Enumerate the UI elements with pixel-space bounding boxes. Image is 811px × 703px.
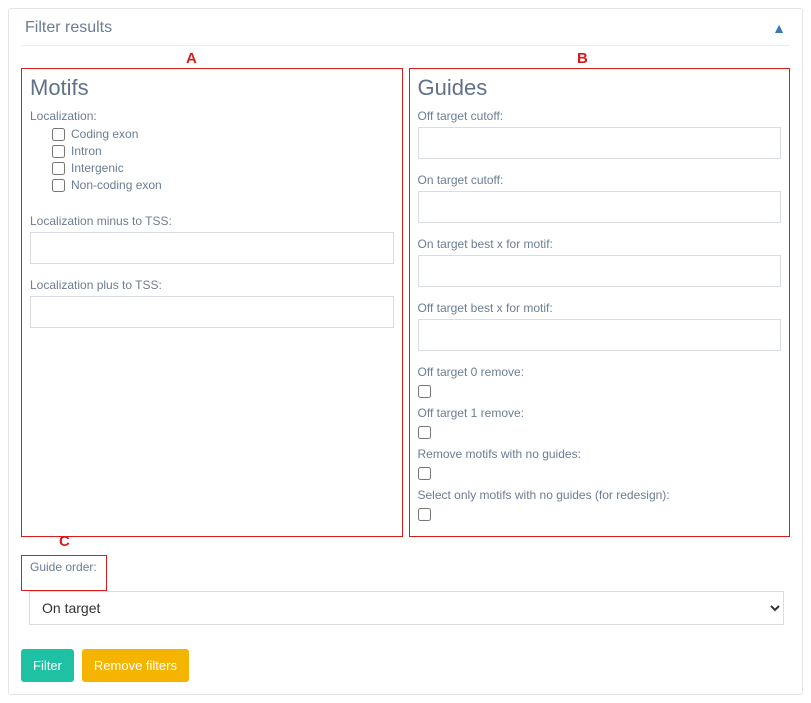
filter-button[interactable]: Filter: [21, 649, 74, 682]
off0-label: Off target 0 remove:: [418, 365, 782, 379]
order-box: Guide order:: [21, 555, 107, 591]
annotation-row: A B: [21, 50, 790, 68]
noncoding-exon-label: Non-coding exon: [71, 178, 162, 192]
motifs-section: Motifs Localization: Coding exon Intron …: [21, 68, 403, 537]
minus-tss-label: Localization minus to TSS:: [30, 214, 394, 228]
chevron-up-icon[interactable]: ▲: [772, 20, 786, 36]
minus-tss-input[interactable]: [30, 232, 394, 264]
remove-noguides-label: Remove motifs with no guides:: [418, 447, 782, 461]
button-row: Filter Remove filters: [21, 649, 790, 682]
columns: Motifs Localization: Coding exon Intron …: [21, 68, 790, 537]
remove-filters-button[interactable]: Remove filters: [82, 649, 189, 682]
off-best-input[interactable]: [418, 319, 782, 351]
remove-noguides-checkbox[interactable]: [418, 467, 431, 480]
order-row: Guide order:: [21, 549, 790, 591]
localization-label: Localization:: [30, 109, 394, 123]
intergenic-label: Intergenic: [71, 161, 124, 175]
off-cutoff-label: Off target cutoff:: [418, 109, 782, 123]
annotation-c: C: [59, 533, 70, 550]
checkbox-row-intron: Intron: [52, 144, 394, 158]
intergenic-checkbox[interactable]: [52, 162, 65, 175]
off-cutoff-input[interactable]: [418, 127, 782, 159]
order-row-wrap: C Guide order: On target: [21, 549, 790, 635]
intron-label: Intron: [71, 144, 102, 158]
coding-exon-label: Coding exon: [71, 127, 138, 141]
on-best-label: On target best x for motif:: [418, 237, 782, 251]
panel-header: Filter results ▲: [21, 9, 790, 46]
select-noguides-checkbox[interactable]: [418, 508, 431, 521]
plus-tss-input[interactable]: [30, 296, 394, 328]
order-label: Guide order:: [30, 560, 98, 574]
motifs-title: Motifs: [30, 75, 394, 101]
guides-section: Guides Off target cutoff: On target cuto…: [409, 68, 791, 537]
off1-checkbox[interactable]: [418, 426, 431, 439]
annotation-b: B: [577, 50, 588, 67]
filter-panel: Filter results ▲ A B Motifs Localization…: [8, 8, 803, 695]
on-best-input[interactable]: [418, 255, 782, 287]
panel-title: Filter results: [25, 19, 112, 37]
guides-title: Guides: [418, 75, 782, 101]
on-cutoff-label: On target cutoff:: [418, 173, 782, 187]
plus-tss-label: Localization plus to TSS:: [30, 278, 394, 292]
intron-checkbox[interactable]: [52, 145, 65, 158]
coding-exon-checkbox[interactable]: [52, 128, 65, 141]
off0-checkbox[interactable]: [418, 385, 431, 398]
noncoding-exon-checkbox[interactable]: [52, 179, 65, 192]
select-noguides-label: Select only motifs with no guides (for r…: [418, 488, 782, 502]
off-best-label: Off target best x for motif:: [418, 301, 782, 315]
checkbox-row-noncoding: Non-coding exon: [52, 178, 394, 192]
off1-label: Off target 1 remove:: [418, 406, 782, 420]
checkbox-row-intergenic: Intergenic: [52, 161, 394, 175]
annotation-a: A: [186, 50, 197, 67]
guide-order-select[interactable]: On target: [29, 591, 784, 625]
checkbox-row-coding: Coding exon: [52, 127, 394, 141]
on-cutoff-input[interactable]: [418, 191, 782, 223]
